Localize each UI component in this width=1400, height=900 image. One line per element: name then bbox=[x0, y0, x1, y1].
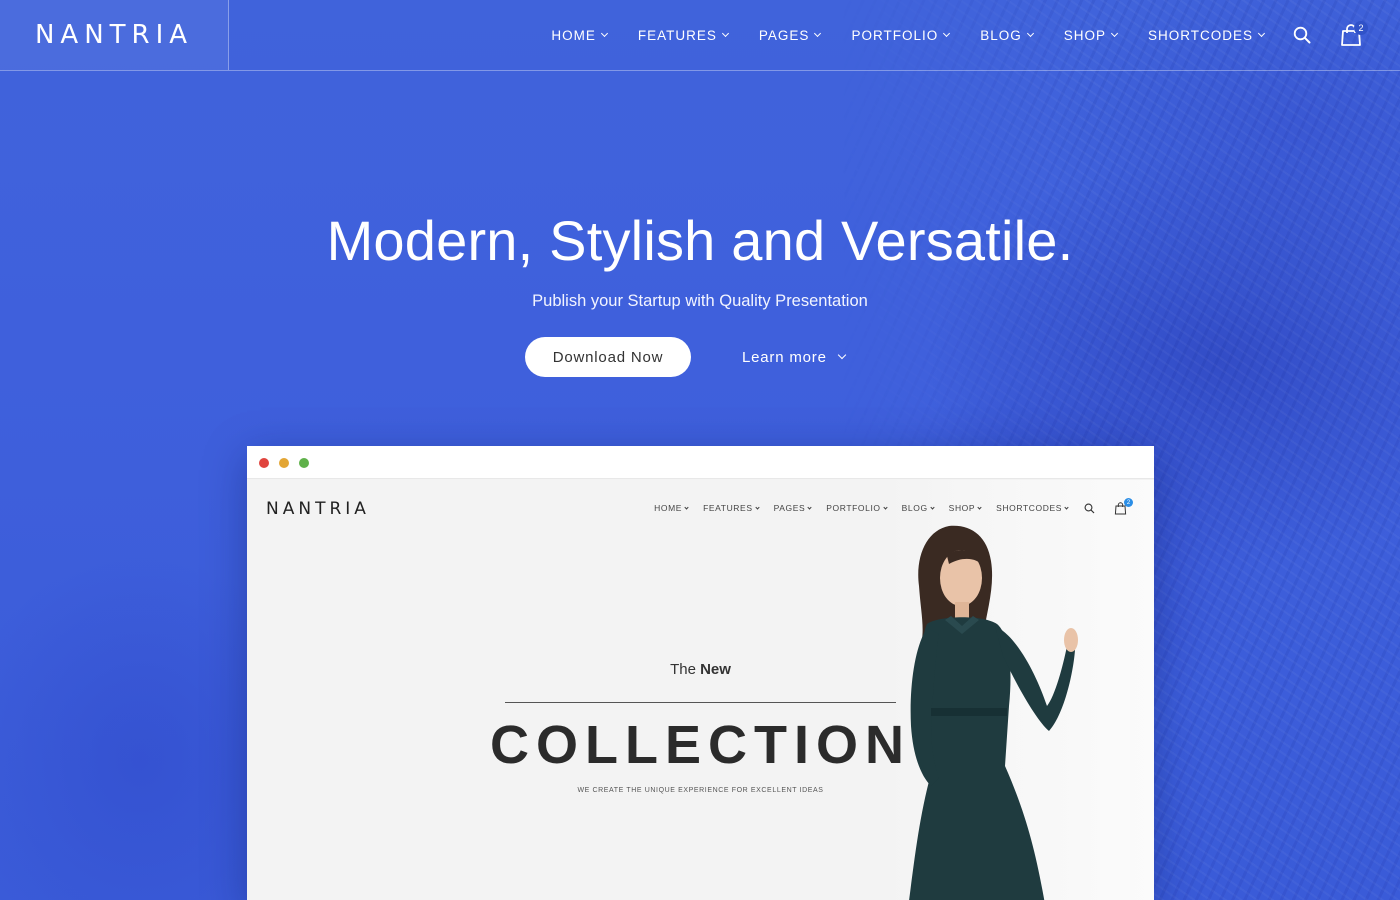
nav-label: SHOP bbox=[1063, 27, 1106, 43]
window-close-dot bbox=[259, 458, 269, 468]
mockup-nav-label: BLOG bbox=[901, 503, 928, 513]
nav-item-portfolio[interactable]: PORTFOLIO bbox=[851, 27, 951, 43]
chevron-down-icon bbox=[930, 504, 935, 510]
cart-count-badge: 2 bbox=[1354, 21, 1368, 35]
chevron-down-icon bbox=[943, 29, 951, 38]
chevron-down-icon bbox=[684, 504, 689, 510]
nav-item-features[interactable]: FEATURES bbox=[637, 27, 729, 43]
nav-item-shortcodes[interactable]: SHORTCODES bbox=[1147, 27, 1266, 43]
hero-subtitle: Publish your Startup with Quality Presen… bbox=[532, 292, 868, 310]
chevron-down-icon bbox=[814, 29, 822, 38]
browser-titlebar bbox=[247, 446, 1154, 479]
hero-title: Modern, Stylish and Versatile. bbox=[326, 209, 1074, 272]
main-nav: HOME FEATURES PAGES PORTFOLIO BLOG SHOP … bbox=[520, 0, 1266, 70]
mockup-nav-shop: SHOP bbox=[949, 503, 982, 513]
mockup-nav-label: SHORTCODES bbox=[996, 503, 1062, 513]
nav-item-shop[interactable]: SHOP bbox=[1063, 27, 1119, 43]
chevron-down-icon bbox=[883, 504, 888, 510]
chevron-down-icon bbox=[977, 504, 982, 510]
mockup-nav-label: PORTFOLIO bbox=[826, 503, 881, 513]
nav-item-pages[interactable]: PAGES bbox=[758, 27, 822, 43]
mockup-nav-blog: BLOG bbox=[901, 503, 935, 513]
nav-label: HOME bbox=[551, 27, 596, 43]
mockup-new-text: New bbox=[700, 661, 731, 678]
fashion-model-image bbox=[909, 525, 1078, 900]
mockup-nav-portfolio: PORTFOLIO bbox=[826, 503, 888, 513]
chevron-down-icon bbox=[1257, 29, 1266, 38]
mockup-divider bbox=[505, 702, 896, 703]
mockup-nav-label: HOME bbox=[654, 503, 683, 513]
nav-label: BLOG bbox=[980, 27, 1022, 43]
learn-more-label: Learn more bbox=[742, 348, 827, 366]
chevron-down-icon bbox=[721, 29, 729, 38]
mockup-nav-label: PAGES bbox=[773, 503, 806, 513]
download-now-button[interactable]: Download Now bbox=[525, 337, 691, 377]
window-maximize-dot bbox=[299, 458, 309, 468]
chevron-down-icon bbox=[1064, 504, 1069, 510]
mockup-logo: NANTRIA bbox=[266, 499, 370, 519]
nav-label: PORTFOLIO bbox=[851, 27, 939, 43]
mockup-nav-pages: PAGES bbox=[774, 503, 812, 513]
browser-mockup: NANTRIA HOME FEATURES PAGES PORTFOLIO BL… bbox=[247, 446, 1154, 900]
mockup-nav-label: FEATURES bbox=[703, 503, 753, 513]
logo-link[interactable]: NANTRIA bbox=[0, 0, 229, 70]
mockup-nav-shortcodes: SHORTCODES bbox=[996, 503, 1069, 513]
chevron-down-icon bbox=[1110, 29, 1119, 38]
mockup-the-text: The bbox=[670, 661, 696, 678]
chevron-down-icon bbox=[1026, 29, 1034, 38]
mockup-nav: HOME FEATURES PAGES PORTFOLIO BLOG SHOP … bbox=[639, 503, 1069, 513]
chevron-down-icon bbox=[807, 504, 812, 510]
site-logo: NANTRIA bbox=[34, 20, 194, 50]
chevron-down-icon bbox=[600, 29, 608, 38]
chevron-down-icon bbox=[837, 350, 846, 360]
site-header: NANTRIA HOME FEATURES PAGES PORTFOLIO BL… bbox=[0, 0, 1400, 71]
search-icon bbox=[1084, 503, 1095, 514]
nav-label: SHORTCODES bbox=[1147, 27, 1253, 43]
mockup-nav-features: FEATURES bbox=[703, 503, 760, 513]
chevron-down-icon bbox=[754, 504, 760, 510]
mockup-nav-label: SHOP bbox=[948, 503, 976, 513]
nav-item-home[interactable]: HOME bbox=[551, 27, 608, 43]
nav-label: PAGES bbox=[758, 27, 810, 43]
window-minimize-dot bbox=[279, 458, 289, 468]
mockup-cart-badge: 2 bbox=[1124, 498, 1133, 507]
nav-item-blog[interactable]: BLOG bbox=[980, 27, 1034, 43]
learn-more-button[interactable]: Learn more bbox=[742, 337, 846, 377]
mockup-nav-home: HOME bbox=[654, 503, 689, 513]
search-icon[interactable] bbox=[1293, 26, 1311, 44]
nav-label: FEATURES bbox=[637, 27, 717, 43]
